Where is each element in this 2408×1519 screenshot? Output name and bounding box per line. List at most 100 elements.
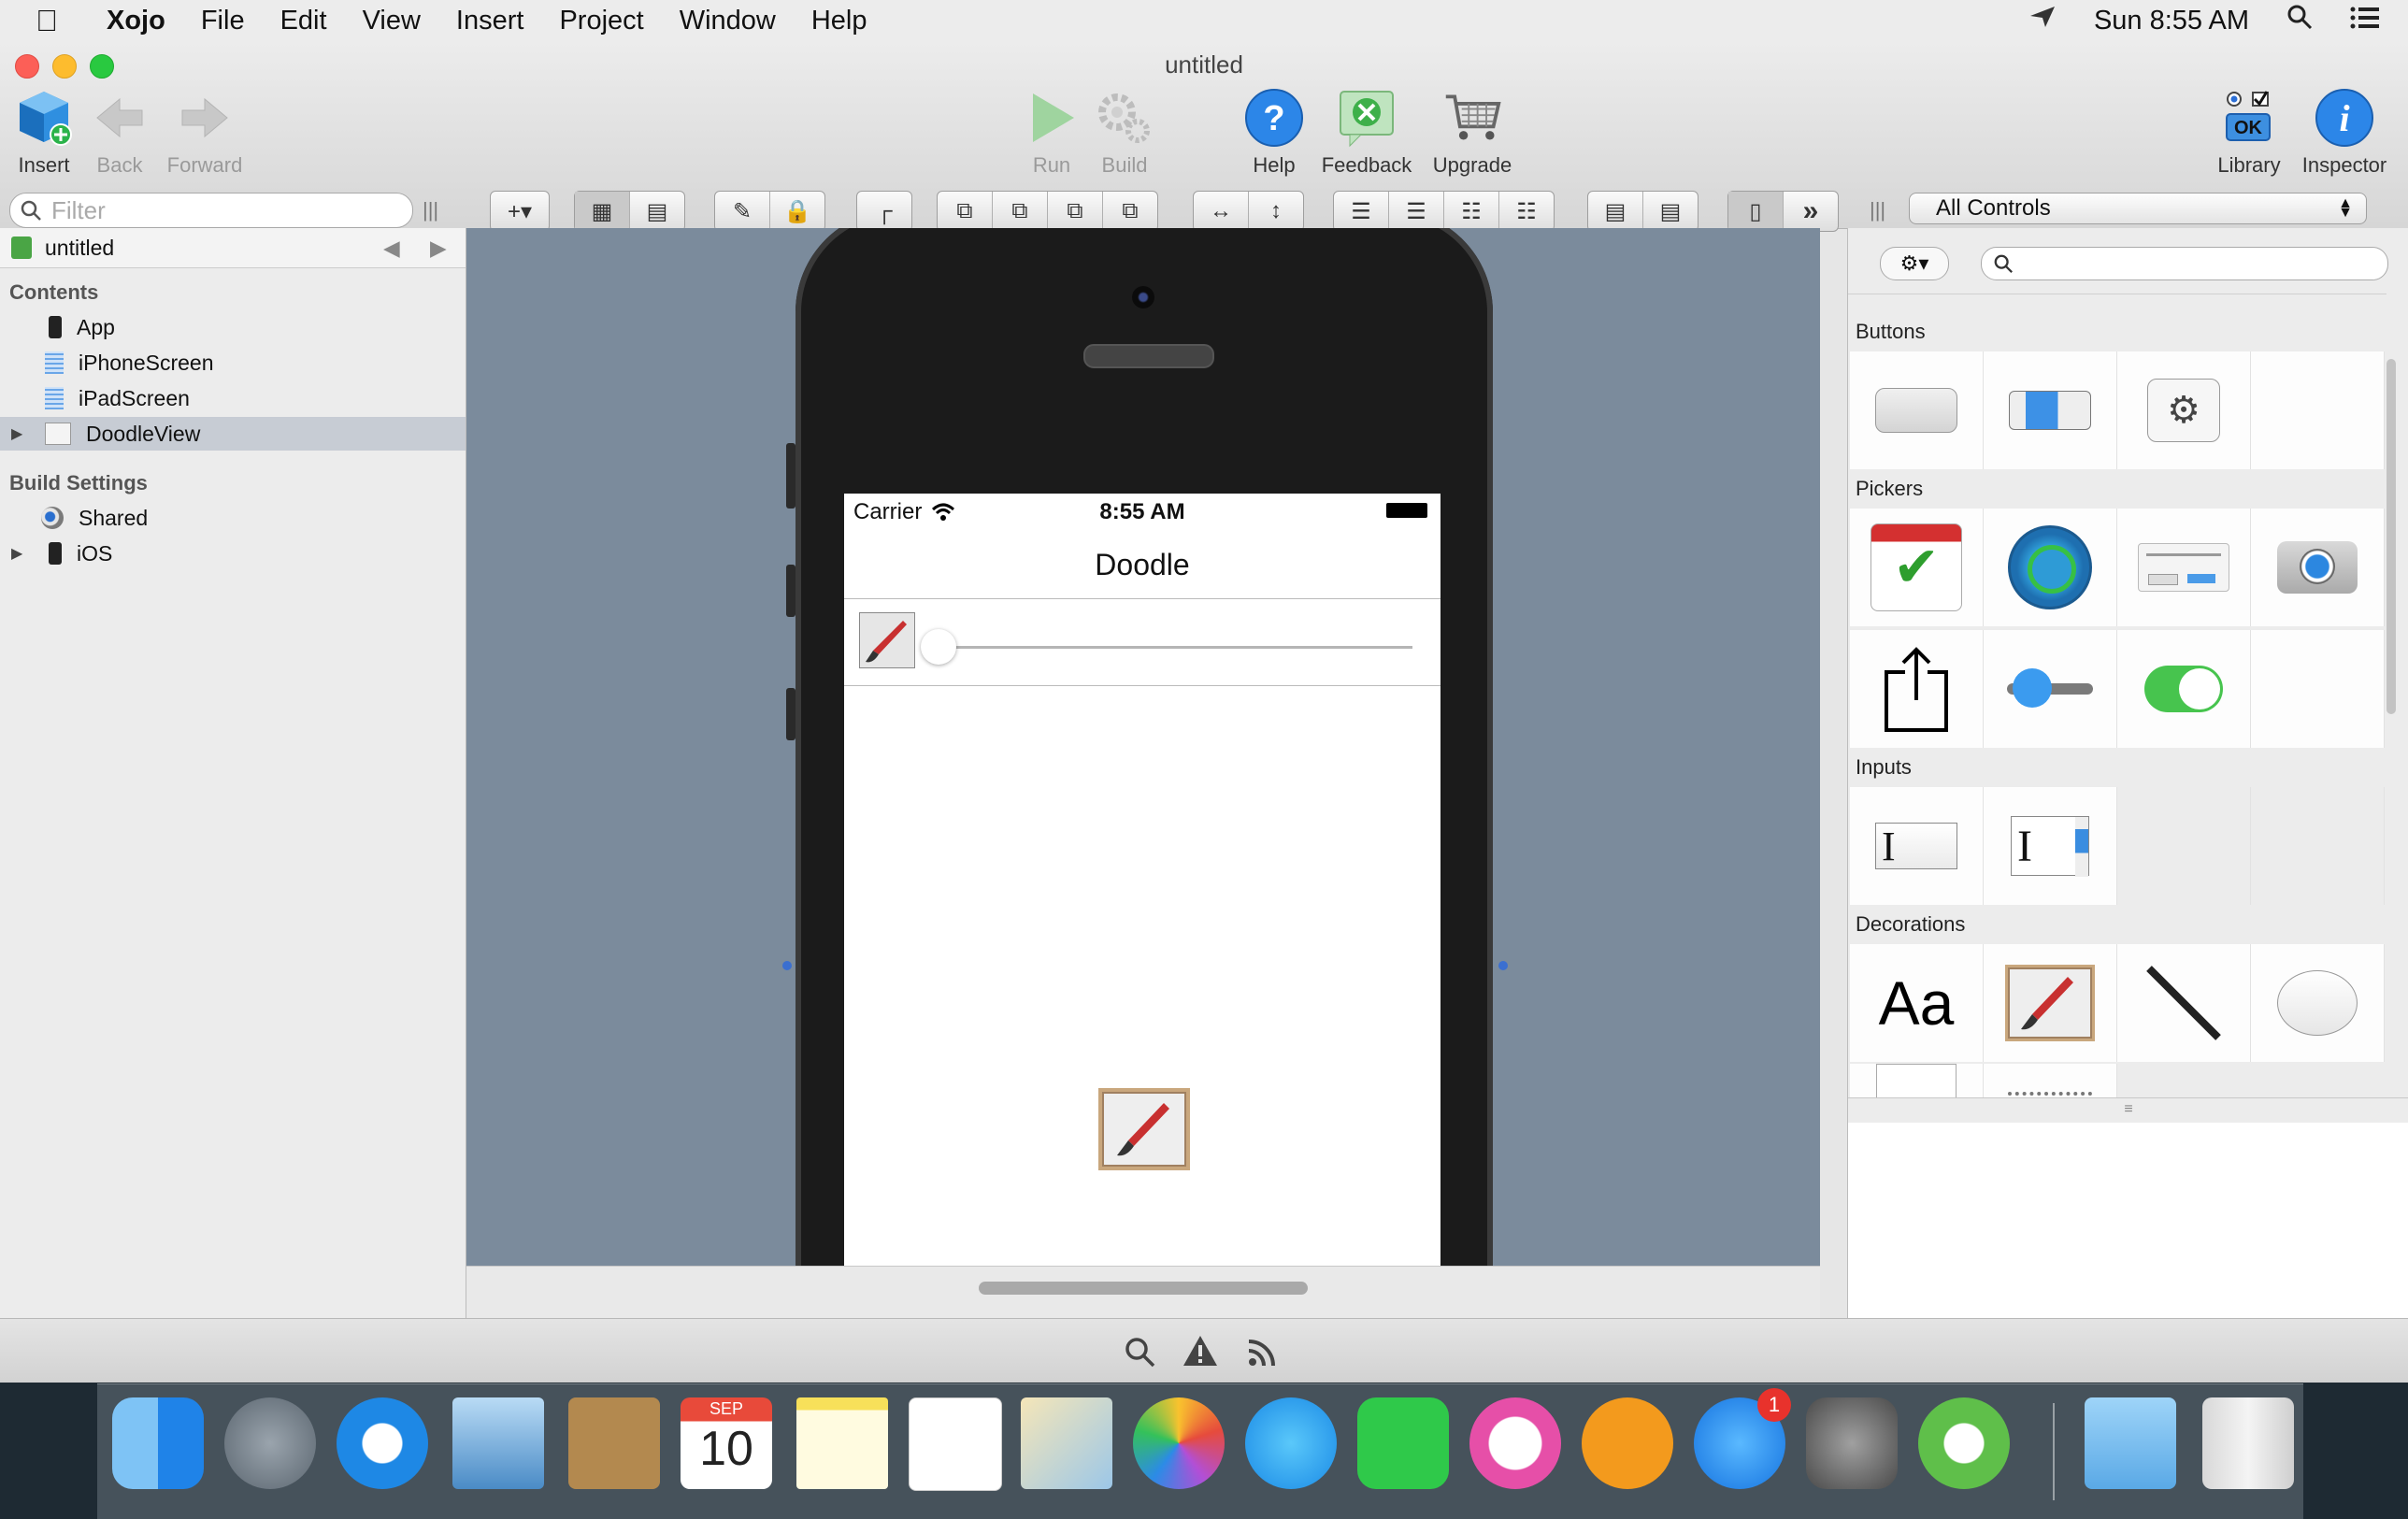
library-image-view[interactable] (1984, 944, 2117, 1062)
horizontal-scrollbar[interactable] (979, 1282, 1308, 1295)
nav-item-app[interactable]: App (0, 310, 466, 344)
library-separator[interactable] (1984, 1064, 2117, 1097)
align-right-icon[interactable]: ☰ (1389, 192, 1444, 231)
menu-view[interactable]: View (363, 6, 421, 36)
library-location-control[interactable] (1984, 509, 2117, 626)
xojo-app-icon[interactable] (1918, 1397, 2010, 1489)
library-button-control[interactable] (1850, 351, 1984, 469)
menu-window[interactable]: Window (680, 6, 776, 36)
align-top-icon[interactable]: ☷ (1444, 192, 1499, 231)
add-menu-button[interactable]: +▾ (491, 192, 549, 231)
nav-item-doodleview[interactable]: ▶ DoodleView (0, 417, 466, 451)
library-text-field[interactable]: I (1850, 787, 1984, 905)
library-filter-select[interactable]: All Controls ▲ ▼ (1909, 193, 2367, 224)
library-resize-handle-icon[interactable]: ||| (1870, 198, 1885, 222)
nav-forward-icon[interactable]: ▶ (430, 236, 447, 261)
send-backward-icon[interactable]: ⧉ (1048, 192, 1103, 231)
library-button[interactable]: OK Library (2212, 88, 2286, 178)
navigator-filter-field[interactable]: Filter (9, 193, 413, 228)
distribute-vertical-icon[interactable]: ▤ (1643, 192, 1698, 231)
bring-to-front-icon[interactable]: ⧉ (938, 192, 993, 231)
bring-forward-icon[interactable]: ⧉ (993, 192, 1048, 231)
safari-compass-icon[interactable] (337, 1397, 428, 1489)
ruler-icon[interactable]: ┌ (857, 192, 911, 231)
menu-file[interactable]: File (201, 6, 245, 36)
menu-insert[interactable]: Insert (456, 6, 524, 36)
messages-bubble-icon[interactable] (1245, 1397, 1337, 1489)
system-preferences-gear-icon[interactable] (1806, 1397, 1898, 1489)
library-oval[interactable] (2251, 944, 2385, 1062)
library-scrollbar[interactable] (2386, 359, 2396, 714)
library-split-handle-icon[interactable]: ≡ (1848, 1097, 2408, 1124)
itunes-music-icon[interactable] (1469, 1397, 1561, 1489)
library-search-field[interactable] (1981, 247, 2388, 280)
fill-width-icon[interactable]: ↔ (1194, 192, 1249, 231)
send-to-back-icon[interactable]: ⧉ (1103, 192, 1157, 231)
maps-icon[interactable] (1021, 1397, 1112, 1489)
location-arrow-icon[interactable] (2028, 5, 2057, 36)
inspector-button[interactable]: i Inspector (2296, 88, 2393, 178)
library-image-picker[interactable] (2251, 509, 2385, 626)
library-options-gear-icon[interactable]: ⚙▾ (1880, 247, 1949, 280)
library-share-panel[interactable] (1850, 630, 1984, 748)
apple-menu-icon[interactable]:  (36, 4, 58, 38)
notes-icon[interactable] (796, 1397, 888, 1489)
align-left-icon[interactable]: ☰ (1334, 192, 1389, 231)
library-rectangle[interactable] (1850, 1064, 1984, 1097)
library-line[interactable] (2117, 944, 2251, 1062)
spotlight-search-icon[interactable] (2286, 4, 2313, 37)
calendar-icon[interactable]: SEP 10 (681, 1397, 772, 1489)
fill-height-icon[interactable]: ↕ (1249, 192, 1303, 231)
feedback-button[interactable]: Feedback (1316, 88, 1417, 178)
launchpad-rocket-icon[interactable] (224, 1397, 316, 1489)
align-bottom-icon[interactable]: ☷ (1499, 192, 1554, 231)
grid-view-icon[interactable]: ▦ (575, 192, 630, 231)
library-label[interactable]: Aa (1850, 944, 1984, 1062)
distribute-horizontal-icon[interactable]: ▤ (1588, 192, 1643, 231)
insert-button[interactable]: Insert (4, 88, 84, 178)
library-date-picker[interactable]: ✔ (1850, 509, 1984, 626)
layout-editor-canvas[interactable]: Carrier 8:55 AM Doodle (466, 228, 1820, 1318)
notification-center-icon[interactable] (2350, 6, 2380, 36)
messages-feed-icon[interactable] (1247, 1336, 1279, 1368)
search-results-icon[interactable] (1124, 1336, 1155, 1368)
forward-button[interactable]: Forward (161, 88, 249, 178)
nav-item-ipadscreen[interactable]: iPadScreen (0, 381, 466, 415)
portrait-orientation-icon[interactable]: ▯ (1728, 192, 1784, 231)
menu-help[interactable]: Help (811, 6, 867, 36)
brush-size-slider-track[interactable] (945, 646, 1412, 649)
menu-project[interactable]: Project (559, 6, 643, 36)
selection-handle-right[interactable] (1498, 961, 1508, 970)
build-button[interactable]: Build (1090, 88, 1159, 178)
menu-edit[interactable]: Edit (280, 6, 327, 36)
downloads-folder-icon[interactable] (2085, 1397, 2176, 1489)
disclosure-triangle-icon[interactable]: ▶ (11, 424, 22, 443)
disclosure-triangle-icon[interactable]: ▶ (11, 544, 22, 563)
back-button[interactable]: Back (84, 88, 155, 178)
help-button[interactable]: ? Help (1240, 88, 1309, 178)
brush-color-button[interactable] (859, 612, 915, 668)
trash-icon[interactable] (2202, 1397, 2294, 1489)
nav-item-ios[interactable]: ▶ iOS (0, 537, 466, 570)
run-button[interactable]: Run (1019, 88, 1084, 178)
nav-item-iphonescreen[interactable]: iPhoneScreen (0, 346, 466, 380)
upgrade-button[interactable]: Upgrade (1426, 88, 1518, 178)
app-store-icon[interactable]: 1 (1694, 1388, 1791, 1489)
warning-triangle-icon[interactable] (1182, 1334, 1219, 1368)
library-switch[interactable] (2117, 630, 2251, 748)
contacts-book-icon[interactable] (568, 1397, 660, 1489)
library-text-area[interactable]: I (1984, 787, 2117, 905)
library-segmented-control[interactable] (1984, 351, 2117, 469)
project-row[interactable]: untitled ◀ ▶ (0, 228, 466, 268)
library-slider[interactable] (1984, 630, 2117, 748)
facetime-icon[interactable] (1357, 1397, 1449, 1489)
photos-flower-icon[interactable] (1133, 1397, 1225, 1489)
doodle-image-view[interactable] (1102, 1092, 1186, 1167)
mail-eagle-icon[interactable] (452, 1397, 544, 1489)
finder-icon[interactable] (112, 1397, 204, 1489)
ibooks-icon[interactable] (1582, 1397, 1673, 1489)
edit-pencil-icon[interactable]: ✎ (715, 192, 770, 231)
menu-app-name[interactable]: Xojo (107, 6, 165, 36)
brush-size-slider-thumb[interactable] (921, 629, 956, 665)
menu-clock[interactable]: Sun 8:55 AM (2094, 6, 2249, 36)
